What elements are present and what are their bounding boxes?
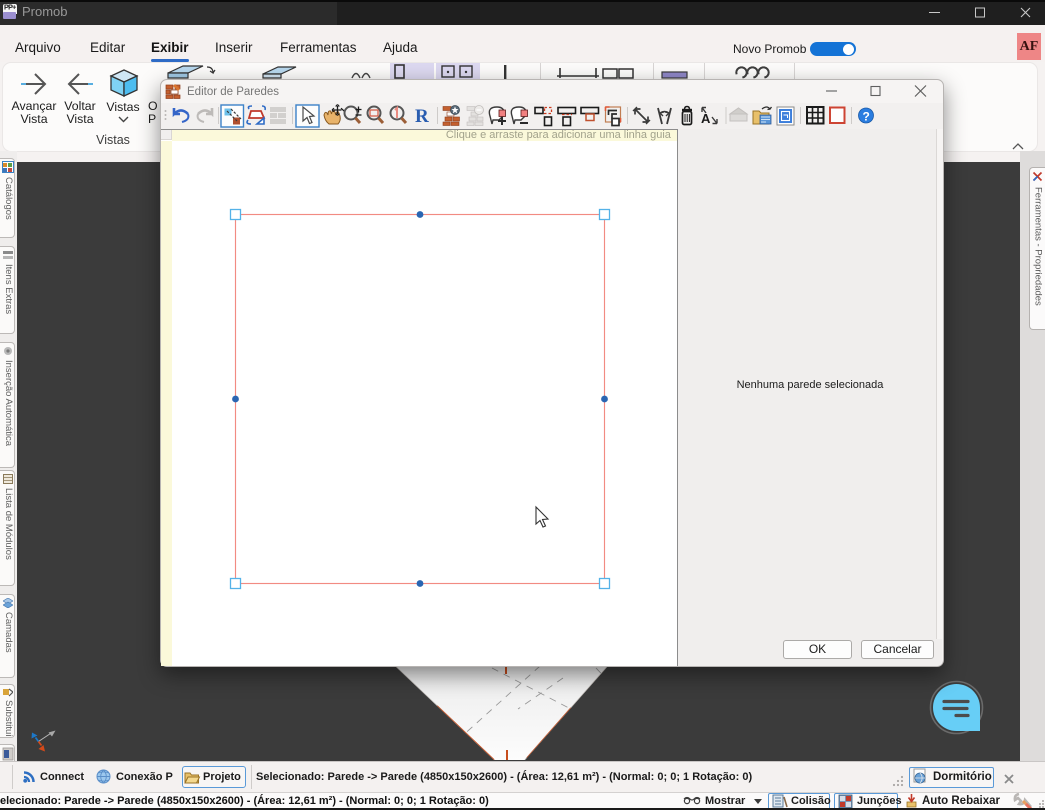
svg-text:A: A (701, 111, 711, 126)
svg-text:R: R (415, 106, 429, 127)
svg-text:?: ? (863, 110, 870, 124)
